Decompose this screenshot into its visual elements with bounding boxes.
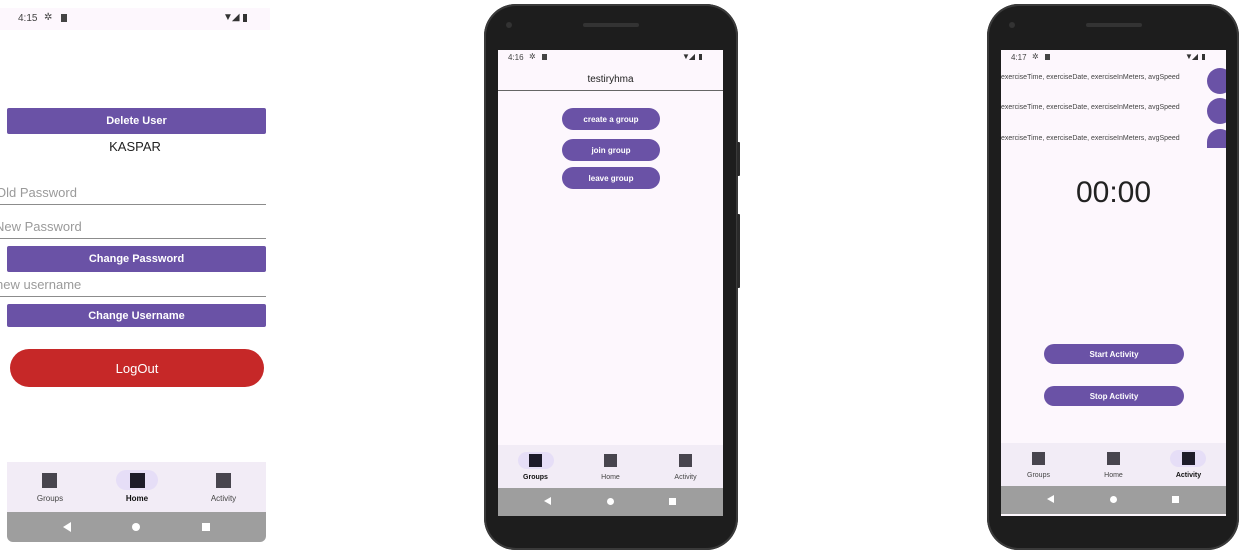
- front-camera: [1009, 22, 1015, 28]
- home-circle-icon[interactable]: [132, 523, 140, 531]
- nav-square-icon: [1107, 452, 1120, 465]
- change-username-button[interactable]: Change Username: [7, 304, 266, 327]
- signal-icon: ▼◢: [682, 52, 695, 61]
- nav-label-groups: Groups: [523, 474, 548, 481]
- sd-card-icon: [61, 14, 67, 22]
- settings-icon: ✲: [1032, 52, 1039, 61]
- home-circle-icon[interactable]: [1110, 496, 1117, 503]
- exercise-row: exerciseTime, exerciseDate, exerciseInMe…: [1001, 104, 1180, 111]
- sd-card-icon: [1045, 54, 1050, 60]
- leave-group-button[interactable]: leave group: [562, 167, 660, 189]
- create-group-button[interactable]: create a group: [562, 108, 660, 130]
- bottom-navigation: Groups Home Activity: [498, 445, 723, 488]
- activity-timer: 00:00: [1075, 176, 1152, 209]
- home-circle-icon[interactable]: [607, 498, 614, 505]
- stop-activity-button[interactable]: Stop Activity: [1044, 386, 1184, 406]
- nav-item-groups[interactable]: Groups: [498, 445, 573, 488]
- settings-icon: ✲: [529, 52, 536, 61]
- sd-card-icon: [542, 54, 547, 60]
- status-bar: 4:15 ✲ ▼◢: [0, 8, 270, 30]
- speaker-grille: [583, 23, 639, 27]
- phone-frame-activity: 4:17 ✲ ▼◢ exerciseTime, exerciseDate, ex…: [987, 4, 1239, 550]
- exercise-action-button[interactable]: [1207, 129, 1226, 148]
- new-password-placeholder: New Password: [0, 219, 82, 234]
- nav-label-activity: Activity: [1175, 472, 1202, 479]
- phone-frame-groups: 4:16 ✲ ▼◢ testiryhma create a group join…: [484, 4, 740, 550]
- signal-icon: ▼◢: [223, 12, 240, 23]
- activity-screen: 4:17 ✲ ▼◢ exerciseTime, exerciseDate, ex…: [1001, 50, 1226, 516]
- nav-label-home: Home: [125, 494, 149, 503]
- exercise-action-button[interactable]: [1207, 68, 1226, 94]
- old-password-placeholder: Old Password: [0, 185, 77, 200]
- exercise-action-button[interactable]: [1207, 98, 1226, 124]
- nav-item-groups[interactable]: Groups: [7, 462, 93, 512]
- system-nav-bar: [7, 512, 266, 542]
- back-icon[interactable]: [1047, 495, 1054, 503]
- nav-item-home[interactable]: Home: [93, 462, 181, 512]
- battery-icon: [243, 14, 247, 22]
- nav-square-icon: [1032, 452, 1045, 465]
- nav-label-activity: Activity: [210, 494, 237, 503]
- nav-item-home[interactable]: Home: [573, 445, 648, 488]
- status-time: 4:15: [18, 13, 38, 24]
- signal-icon: ▼◢: [1185, 52, 1198, 61]
- nav-label-home: Home: [1104, 472, 1123, 479]
- settings-icon: ✲: [44, 12, 53, 23]
- nav-square-icon: [42, 473, 57, 488]
- nav-square-icon: [1182, 452, 1195, 465]
- nav-item-activity[interactable]: Activity: [181, 462, 266, 512]
- battery-icon: [1202, 54, 1205, 60]
- exercise-row: exerciseTime, exerciseDate, exerciseInMe…: [1001, 135, 1180, 142]
- nav-item-activity[interactable]: Activity: [1151, 443, 1226, 486]
- back-icon[interactable]: [544, 497, 551, 505]
- nav-label-groups: Groups: [36, 494, 64, 503]
- status-time: 4:17: [1011, 53, 1027, 62]
- nav-square-icon: [679, 454, 692, 467]
- system-nav-bar: [498, 488, 723, 516]
- exercise-row: exerciseTime, exerciseDate, exerciseInMe…: [1001, 74, 1180, 81]
- front-camera: [506, 22, 512, 28]
- delete-user-button[interactable]: Delete User: [7, 108, 266, 134]
- recents-icon[interactable]: [669, 498, 676, 505]
- start-activity-button[interactable]: Start Activity: [1044, 344, 1184, 364]
- new-username-field[interactable]: new username: [0, 276, 266, 297]
- nav-square-icon: [216, 473, 231, 488]
- old-password-field[interactable]: Old Password: [0, 177, 266, 205]
- nav-label-activity: Activity: [674, 474, 697, 481]
- recents-icon[interactable]: [202, 523, 210, 531]
- bottom-navigation: Groups Home Activity: [1001, 443, 1226, 486]
- nav-item-activity[interactable]: Activity: [648, 445, 723, 488]
- logout-button[interactable]: LogOut: [10, 349, 264, 387]
- nav-square-icon: [604, 454, 617, 467]
- nav-square-icon: [130, 473, 145, 488]
- battery-icon: [699, 54, 702, 60]
- bottom-navigation: Groups Home Activity: [7, 462, 266, 512]
- speaker-grille: [1086, 23, 1142, 27]
- system-nav-bar: [1001, 486, 1226, 514]
- new-password-field[interactable]: New Password: [0, 213, 266, 239]
- recents-icon[interactable]: [1172, 496, 1179, 503]
- nav-label-groups: Groups: [1027, 472, 1050, 479]
- nav-label-home: Home: [601, 474, 620, 481]
- join-group-button[interactable]: join group: [562, 139, 660, 161]
- back-icon[interactable]: [63, 522, 71, 532]
- new-username-placeholder: new username: [0, 277, 82, 292]
- nav-item-groups[interactable]: Groups: [1001, 443, 1076, 486]
- power-button: [737, 142, 740, 176]
- group-title: testiryhma: [587, 74, 634, 85]
- title-divider: [498, 90, 723, 91]
- nav-item-home[interactable]: Home: [1076, 443, 1151, 486]
- volume-button: [737, 214, 740, 288]
- change-password-button[interactable]: Change Password: [7, 246, 266, 272]
- status-time: 4:16: [508, 53, 524, 62]
- nav-square-icon: [529, 454, 542, 467]
- settings-screen: 4:15 ✲ ▼◢ Delete User KASPAR Old Passwor…: [0, 0, 270, 548]
- username-display: KASPAR: [109, 139, 161, 154]
- groups-screen: 4:16 ✲ ▼◢ testiryhma create a group join…: [498, 50, 723, 516]
